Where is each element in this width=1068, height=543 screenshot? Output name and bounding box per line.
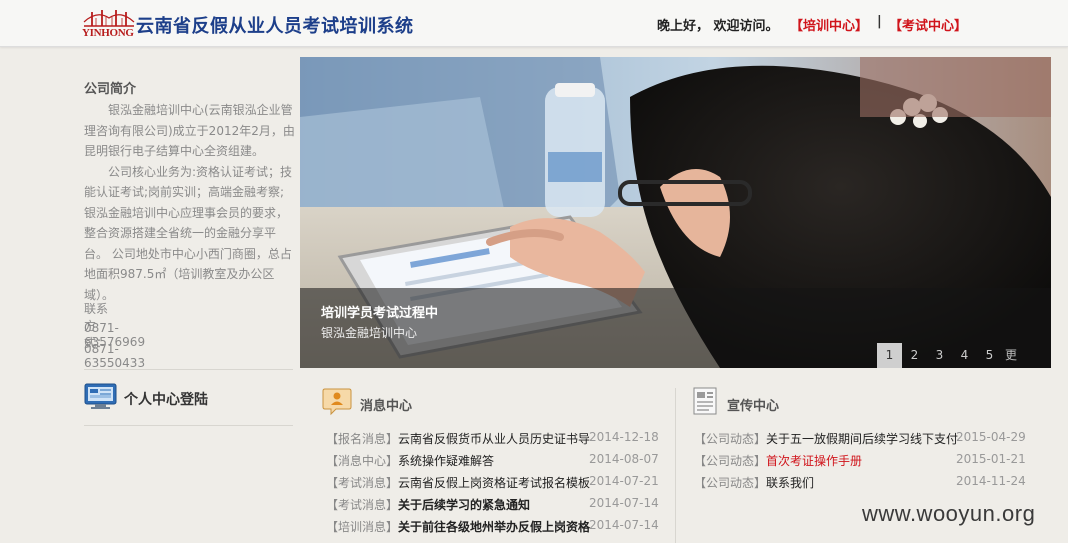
intro-body: 银泓金融培训中心(云南银泓企业管理咨询有限公司)成立于2012年2月，由昆明银行… <box>84 100 296 305</box>
page-4-button[interactable]: 4 <box>952 343 977 368</box>
page-5-button[interactable]: 5 <box>977 343 1002 368</box>
sidebar-divider <box>84 425 293 426</box>
item-title[interactable]: 关于前往各级地州举办反假上岗资格 <box>398 520 590 534</box>
item-date: 2015-01-21 <box>956 452 1026 466</box>
item-date: 2014-07-14 <box>589 518 659 532</box>
list-item[interactable]: 【消息中心】系统操作疑难解答 2014-08-07 <box>326 452 659 470</box>
page-2-button[interactable]: 2 <box>902 343 927 368</box>
nav-separator: | <box>877 14 882 29</box>
list-item[interactable]: 【考试消息】云南省反假上岗资格证考试报名模板 2014-07-21 <box>326 474 659 492</box>
item-tag: 【考试消息】 <box>326 498 399 512</box>
item-title[interactable]: 系统操作疑难解答 <box>398 454 494 468</box>
item-date: 2014-12-18 <box>589 430 659 444</box>
item-title[interactable]: 关于五一放假期间后续学习线下支付 <box>766 432 958 446</box>
list-item[interactable]: 【公司动态】联系我们 2014-11-24 <box>694 474 1026 492</box>
item-date: 2014-11-24 <box>956 474 1026 488</box>
item-date: 2015-04-29 <box>956 430 1026 444</box>
news-center-title[interactable]: 消息中心 <box>360 395 412 414</box>
item-date: 2014-08-07 <box>589 452 659 466</box>
item-title[interactable]: 关于后续学习的紧急通知 <box>398 498 530 512</box>
item-tag: 【消息中心】 <box>326 454 399 468</box>
item-date: 2014-07-14 <box>589 496 659 510</box>
greeting-text: 晚上好， 欢迎访问。 <box>657 19 779 34</box>
computer-icon[interactable] <box>84 383 117 409</box>
list-item[interactable]: 【培训消息】关于前往各级地州举办反假上岗资格 2014-07-14 <box>326 518 659 536</box>
nav-exam-center[interactable]: 【考试中心】 <box>889 15 967 34</box>
item-title[interactable]: 云南省反假货币从业人员历史证书导 <box>398 432 590 446</box>
item-tag: 【考试消息】 <box>326 476 399 490</box>
list-item[interactable]: 【报名消息】云南省反假货币从业人员历史证书导 2014-12-18 <box>326 430 659 448</box>
list-item[interactable]: 【考试消息】关于后续学习的紧急通知 2014-07-14 <box>326 496 659 514</box>
intro-paragraph: 银泓金融培训中心(云南银泓企业管理咨询有限公司)成立于2012年2月，由昆明银行… <box>84 103 295 158</box>
item-tag: 【公司动态】 <box>694 476 767 490</box>
news-bubble-icon <box>322 386 352 416</box>
banner-caption: 培训学员考试过程中 银泓金融培训中心 1 2 3 4 5 更多>> <box>300 288 1051 368</box>
nav-training-center[interactable]: 【培训中心】 <box>790 15 868 34</box>
page-1-button[interactable]: 1 <box>877 343 902 368</box>
item-title[interactable]: 云南省反假上岗资格证考试报名模板 <box>398 476 590 490</box>
item-tag: 【公司动态】 <box>694 432 767 446</box>
intro-title: 公司简介 <box>84 82 137 97</box>
site-header: YINHONG 云南省反假从业人员考试培训系统 晚上好， 欢迎访问。 【培训中心… <box>0 0 1068 47</box>
logo-wordmark: YINHONG <box>82 27 134 39</box>
promo-center-title[interactable]: 宣传中心 <box>727 395 779 414</box>
watermark: www.wooyun.org <box>862 501 1036 526</box>
item-date: 2014-07-21 <box>589 474 659 488</box>
document-icon <box>690 386 720 416</box>
bridge-logo-icon <box>83 10 135 27</box>
item-title[interactable]: 首次考证操作手册 <box>766 454 862 468</box>
yinhong-logo[interactable]: YINHONG <box>82 8 136 39</box>
phone-number: 0871-63550433 <box>84 342 146 370</box>
list-item[interactable]: 【公司动态】首次考证操作手册 2015-01-21 <box>694 452 1026 470</box>
intro-paragraph: 公司核心业务为:资格认证考试；技能认证考试;岗前实训；高端金融考察;银泓金融培训… <box>84 164 293 302</box>
list-item[interactable]: 【公司动态】关于五一放假期间后续学习线下支付 2015-04-29 <box>694 430 1026 448</box>
banner-slideshow[interactable]: 培训学员考试过程中 银泓金融培训中心 1 2 3 4 5 更多>> <box>300 57 1051 368</box>
personal-center-login[interactable]: 个人中心登陆 <box>124 389 208 409</box>
item-tag: 【培训消息】 <box>326 520 399 534</box>
item-tag: 【公司动态】 <box>694 454 767 468</box>
caption-title: 培训学员考试过程中 <box>321 306 439 321</box>
item-title[interactable]: 联系我们 <box>766 476 814 490</box>
panel-divider <box>675 388 676 543</box>
page-3-button[interactable]: 3 <box>927 343 952 368</box>
site-title: 云南省反假从业人员考试培训系统 <box>136 16 414 37</box>
item-tag: 【报名消息】 <box>326 432 399 446</box>
more-link[interactable]: 更多>> <box>1005 343 1025 368</box>
caption-subtitle: 银泓金融培训中心 <box>321 326 418 340</box>
